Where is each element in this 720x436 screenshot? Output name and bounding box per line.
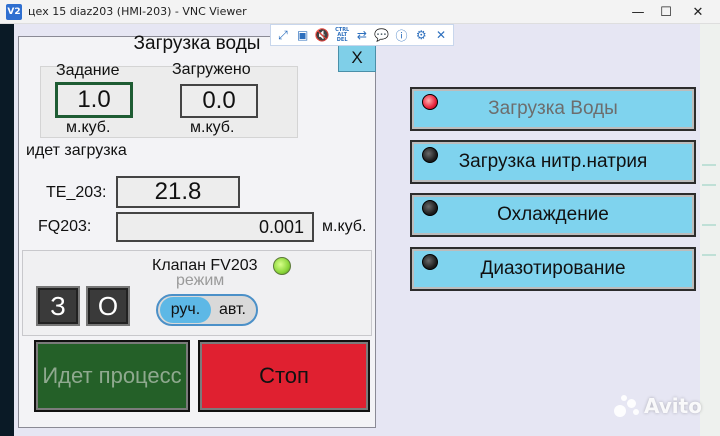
open-valve-button[interactable]: О xyxy=(86,286,130,326)
stage-nitrite-loading-button[interactable]: Загрузка нитр.натрия xyxy=(410,140,696,184)
vnc-toolbar: ⤢ ▣ 🔇 CTRL ALT DEL ⇄ 💬 ⓘ ⚙ ✕ xyxy=(270,24,454,46)
close-valve-button[interactable]: З xyxy=(36,286,80,326)
fq-203-unit: м.куб. xyxy=(322,218,367,235)
stage-label: Диазотирование xyxy=(480,258,626,279)
info-icon[interactable]: ⓘ xyxy=(393,27,409,43)
mute-icon[interactable]: 🔇 xyxy=(314,27,330,43)
stage-led xyxy=(422,200,438,216)
stage-led xyxy=(422,254,438,270)
loading-status-text: идет загрузка xyxy=(26,142,127,159)
scale-icon[interactable]: ▣ xyxy=(295,27,311,43)
maximize-button[interactable]: ☐ xyxy=(650,0,682,24)
chat-icon[interactable]: 💬 xyxy=(374,27,390,43)
loaded-unit: м.куб. xyxy=(190,119,235,136)
panel-close-button[interactable]: X xyxy=(338,44,376,72)
stage-label: Загрузка нитр.натрия xyxy=(458,151,648,172)
process-running-button[interactable]: Идет процесс xyxy=(34,340,190,412)
remote-desktop-edge-right xyxy=(700,24,720,436)
te-203-label: TE_203: xyxy=(46,184,107,201)
stage-led xyxy=(422,147,438,163)
avito-watermark: Avito xyxy=(614,394,702,418)
loaded-value: 0.0 xyxy=(180,84,258,118)
fq-203-value: 0.001 xyxy=(116,212,314,242)
te-203-value: 21.8 xyxy=(116,176,240,208)
fq-203-label: FQ203: xyxy=(38,218,92,235)
window-close-button[interactable]: ✕ xyxy=(682,0,714,24)
stop-button[interactable]: Стоп xyxy=(198,340,370,412)
vnc-app-icon: V2 xyxy=(6,4,22,20)
valve-status-lamp xyxy=(273,257,291,275)
watermark-text: Avito xyxy=(644,394,702,418)
mode-auto-option[interactable]: авт. xyxy=(211,297,254,323)
stage-active-led xyxy=(422,94,438,110)
mode-label: режим xyxy=(176,272,225,289)
setpoint-unit: м.куб. xyxy=(66,119,111,136)
mode-manual-option[interactable]: руч. xyxy=(160,297,211,323)
ctrl-alt-del-icon[interactable]: CTRL ALT DEL xyxy=(334,27,350,43)
close-icon[interactable]: ✕ xyxy=(433,27,449,43)
setpoint-input[interactable]: 1.0 xyxy=(55,82,133,118)
settings-icon[interactable]: ⚙ xyxy=(413,27,429,43)
stage-label: Загрузка Воды xyxy=(488,98,618,119)
avito-logo-icon xyxy=(614,395,640,417)
expand-icon[interactable]: ⤢ xyxy=(275,27,291,43)
stage-cooling-button[interactable]: Охлаждение xyxy=(410,193,696,237)
stage-label: Охлаждение xyxy=(497,204,609,225)
mode-toggle[interactable]: руч. авт. xyxy=(156,294,258,326)
transfer-icon[interactable]: ⇄ xyxy=(354,27,370,43)
remote-desktop-edge-left xyxy=(0,24,14,436)
window-title: цех 15 diaz203 (HMI-203) - VNC Viewer xyxy=(28,5,247,18)
stage-water-loading-button[interactable]: Загрузка Воды xyxy=(410,87,696,131)
setpoint-label: Задание xyxy=(56,62,120,79)
stage-diazotization-button[interactable]: Диазотирование xyxy=(410,247,696,291)
loaded-label: Загружено xyxy=(172,61,251,78)
